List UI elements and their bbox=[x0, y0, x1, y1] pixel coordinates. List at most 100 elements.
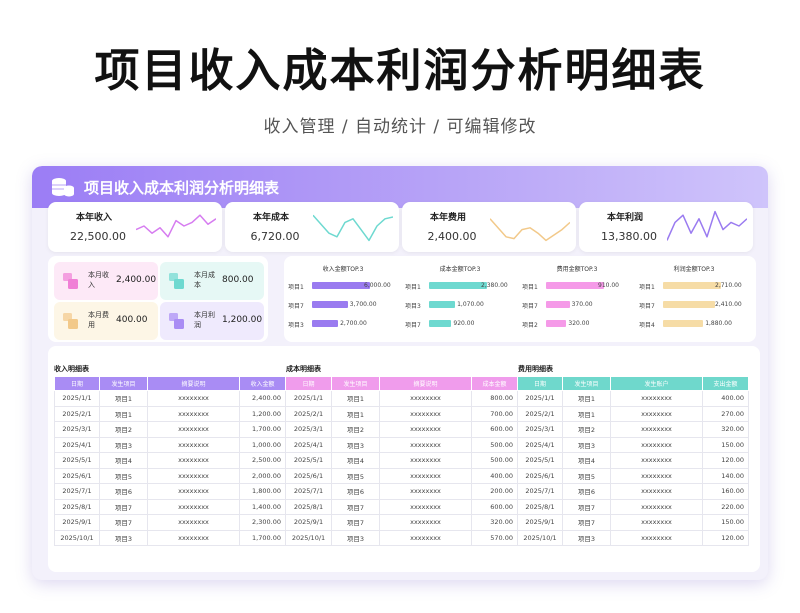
table-cell[interactable]: xxxxxxxx bbox=[147, 421, 240, 438]
table-cell[interactable]: 2025/7/1 bbox=[285, 483, 332, 500]
table-cell[interactable]: 1,700.00 bbox=[239, 421, 286, 438]
table-cell[interactable]: 2025/7/1 bbox=[517, 483, 563, 500]
table-cell[interactable]: 500.00 bbox=[471, 436, 518, 453]
table-cell[interactable]: xxxxxxxx bbox=[147, 390, 240, 407]
table-cell[interactable]: 220.00 bbox=[702, 498, 749, 515]
table-cell[interactable]: 项目4 bbox=[562, 452, 611, 469]
table-cell[interactable]: 2025/1/1 bbox=[517, 390, 563, 407]
table-cell[interactable]: 2025/2/1 bbox=[517, 405, 563, 422]
column-header[interactable]: 发生账户 bbox=[610, 376, 703, 391]
column-header[interactable]: 发生项目 bbox=[331, 376, 380, 391]
table-cell[interactable]: xxxxxxxx bbox=[379, 483, 472, 500]
table-cell[interactable]: xxxxxxxx bbox=[379, 390, 472, 407]
table-cell[interactable]: 2025/8/1 bbox=[517, 498, 563, 515]
table-cell[interactable]: xxxxxxxx bbox=[147, 436, 240, 453]
table-cell[interactable]: 2025/10/1 bbox=[54, 529, 100, 546]
table-cell[interactable]: 120.00 bbox=[702, 529, 749, 546]
table-cell[interactable]: 项目1 bbox=[562, 390, 611, 407]
table-cell[interactable]: 2025/5/1 bbox=[285, 452, 332, 469]
table-cell[interactable]: 项目1 bbox=[99, 405, 148, 422]
column-header[interactable]: 摘要说明 bbox=[147, 376, 240, 391]
table-cell[interactable]: 200.00 bbox=[471, 483, 518, 500]
table-cell[interactable]: 800.00 bbox=[471, 390, 518, 407]
table-cell[interactable]: 项目7 bbox=[331, 498, 380, 515]
table-cell[interactable]: 120.00 bbox=[702, 452, 749, 469]
table-cell[interactable]: 2025/6/1 bbox=[517, 467, 563, 484]
table-cell[interactable]: 400.00 bbox=[471, 467, 518, 484]
table-cell[interactable]: xxxxxxxx bbox=[379, 529, 472, 546]
table-cell[interactable]: 320.00 bbox=[702, 421, 749, 438]
table-cell[interactable]: 项目2 bbox=[562, 421, 611, 438]
table-cell[interactable]: 150.00 bbox=[702, 436, 749, 453]
table-cell[interactable]: 项目5 bbox=[562, 467, 611, 484]
table-cell[interactable]: 700.00 bbox=[471, 405, 518, 422]
table-cell[interactable]: 140.00 bbox=[702, 467, 749, 484]
table-cell[interactable]: 2025/5/1 bbox=[54, 452, 100, 469]
table-cell[interactable]: xxxxxxxx bbox=[379, 405, 472, 422]
table-cell[interactable]: 2025/7/1 bbox=[54, 483, 100, 500]
column-header[interactable]: 日期 bbox=[517, 376, 563, 391]
column-header[interactable]: 日期 bbox=[54, 376, 100, 391]
table-cell[interactable]: xxxxxxxx bbox=[147, 483, 240, 500]
table-cell[interactable]: 400.00 bbox=[702, 390, 749, 407]
table-cell[interactable]: 项目2 bbox=[331, 421, 380, 438]
table-cell[interactable]: 600.00 bbox=[471, 498, 518, 515]
table-cell[interactable]: xxxxxxxx bbox=[379, 421, 472, 438]
table-cell[interactable]: 2025/10/1 bbox=[517, 529, 563, 546]
table-cell[interactable]: 1,700.00 bbox=[239, 529, 286, 546]
table-cell[interactable]: 项目1 bbox=[331, 390, 380, 407]
table-cell[interactable]: 2025/5/1 bbox=[517, 452, 563, 469]
table-cell[interactable]: xxxxxxxx bbox=[147, 467, 240, 484]
table-cell[interactable]: 2025/1/1 bbox=[285, 390, 332, 407]
table-cell[interactable]: 2025/1/1 bbox=[54, 390, 100, 407]
table-cell[interactable]: 2025/8/1 bbox=[54, 498, 100, 515]
table-cell[interactable]: 2025/3/1 bbox=[54, 421, 100, 438]
table-cell[interactable]: 项目3 bbox=[99, 529, 148, 546]
table-cell[interactable]: 项目6 bbox=[99, 483, 148, 500]
table-cell[interactable]: 160.00 bbox=[702, 483, 749, 500]
table-cell[interactable]: xxxxxxxx bbox=[610, 529, 703, 546]
table-cell[interactable]: xxxxxxxx bbox=[610, 514, 703, 531]
table-cell[interactable]: xxxxxxxx bbox=[379, 452, 472, 469]
table-cell[interactable]: xxxxxxxx bbox=[147, 452, 240, 469]
table-cell[interactable]: 2025/9/1 bbox=[517, 514, 563, 531]
table-cell[interactable]: 2025/4/1 bbox=[285, 436, 332, 453]
table-cell[interactable]: 2025/3/1 bbox=[285, 421, 332, 438]
column-header[interactable]: 发生项目 bbox=[562, 376, 611, 391]
table-cell[interactable]: 2,000.00 bbox=[239, 467, 286, 484]
table-cell[interactable]: 项目1 bbox=[331, 405, 380, 422]
table-cell[interactable]: 2025/8/1 bbox=[285, 498, 332, 515]
table-cell[interactable]: xxxxxxxx bbox=[610, 483, 703, 500]
column-header[interactable]: 收入金额 bbox=[239, 376, 286, 391]
table-cell[interactable]: 2025/4/1 bbox=[54, 436, 100, 453]
table-cell[interactable]: 2,500.00 bbox=[239, 452, 286, 469]
table-cell[interactable]: 项目1 bbox=[99, 390, 148, 407]
table-cell[interactable]: 2,400.00 bbox=[239, 390, 286, 407]
table-cell[interactable]: xxxxxxxx bbox=[147, 498, 240, 515]
column-header[interactable]: 日期 bbox=[285, 376, 332, 391]
table-cell[interactable]: 项目5 bbox=[99, 467, 148, 484]
table-cell[interactable]: 项目3 bbox=[331, 529, 380, 546]
table-cell[interactable]: 项目7 bbox=[331, 514, 380, 531]
table-cell[interactable]: xxxxxxxx bbox=[610, 405, 703, 422]
table-cell[interactable]: 2025/6/1 bbox=[285, 467, 332, 484]
table-cell[interactable]: 项目7 bbox=[99, 498, 148, 515]
table-cell[interactable]: xxxxxxxx bbox=[379, 467, 472, 484]
column-header[interactable]: 摘要说明 bbox=[379, 376, 472, 391]
column-header[interactable]: 支出金额 bbox=[702, 376, 749, 391]
table-cell[interactable]: xxxxxxxx bbox=[379, 514, 472, 531]
table-cell[interactable]: 150.00 bbox=[702, 514, 749, 531]
table-cell[interactable]: 2025/9/1 bbox=[54, 514, 100, 531]
table-cell[interactable]: 1,400.00 bbox=[239, 498, 286, 515]
table-cell[interactable]: xxxxxxxx bbox=[610, 498, 703, 515]
table-cell[interactable]: 270.00 bbox=[702, 405, 749, 422]
table-cell[interactable]: 项目7 bbox=[562, 498, 611, 515]
table-cell[interactable]: 320.00 bbox=[471, 514, 518, 531]
table-cell[interactable]: xxxxxxxx bbox=[147, 405, 240, 422]
table-cell[interactable]: 2,300.00 bbox=[239, 514, 286, 531]
table-cell[interactable]: 项目4 bbox=[331, 452, 380, 469]
table-cell[interactable]: 2025/6/1 bbox=[54, 467, 100, 484]
table-cell[interactable]: 2025/3/1 bbox=[517, 421, 563, 438]
table-cell[interactable]: 570.00 bbox=[471, 529, 518, 546]
column-header[interactable]: 发生项目 bbox=[99, 376, 148, 391]
